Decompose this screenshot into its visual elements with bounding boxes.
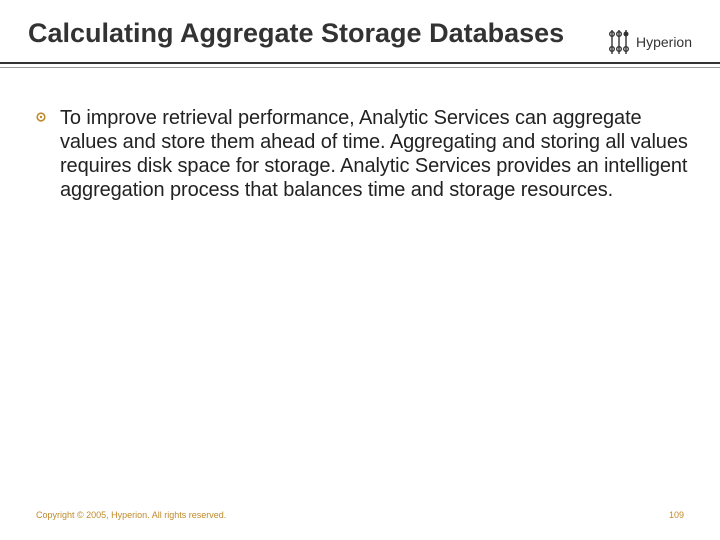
footer: Copyright © 2005, Hyperion. All rights r…	[36, 510, 684, 520]
brand-name: Hyperion	[636, 34, 692, 50]
bullet-icon	[36, 112, 46, 122]
divider-thin	[0, 67, 720, 68]
list-item: To improve retrieval performance, Analyt…	[28, 106, 692, 202]
slide: Calculating Aggregate Storage Databases …	[0, 0, 720, 540]
hyperion-logo-icon	[608, 28, 630, 56]
page-number: 109	[669, 510, 684, 520]
divider-thick	[0, 62, 720, 64]
page-title: Calculating Aggregate Storage Databases	[28, 18, 564, 49]
header: Calculating Aggregate Storage Databases …	[28, 18, 692, 56]
copyright-text: Copyright © 2005, Hyperion. All rights r…	[36, 510, 226, 520]
brand-logo: Hyperion	[608, 18, 692, 56]
paragraph-text: To improve retrieval performance, Analyt…	[60, 106, 688, 202]
header-divider	[28, 62, 692, 72]
